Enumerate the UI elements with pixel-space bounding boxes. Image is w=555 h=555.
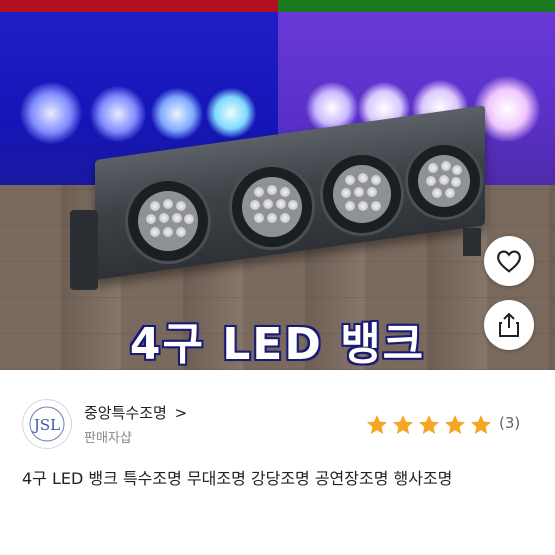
green-strip xyxy=(278,0,555,12)
light-glow-3 xyxy=(151,88,203,140)
light-glow-4 xyxy=(206,88,256,138)
product-image[interactable]: 4구 LED 뱅크 xyxy=(0,0,555,370)
hero-overlay-text: 4구 LED 뱅크 xyxy=(129,319,426,370)
share-button[interactable] xyxy=(484,300,534,350)
star-icon xyxy=(393,415,413,434)
star-icon xyxy=(445,415,465,434)
chevron-right-icon: > xyxy=(174,404,188,422)
red-strip xyxy=(0,0,278,12)
lens-1 xyxy=(125,178,211,264)
star-icon xyxy=(471,415,491,434)
review-count[interactable]: (3) xyxy=(499,414,520,432)
mount-bracket-left xyxy=(70,210,98,290)
lens-4 xyxy=(405,142,483,220)
seller-name-link[interactable]: 중앙특수조명 > xyxy=(84,402,187,423)
seller-name: 중앙특수조명 xyxy=(84,404,167,422)
like-button[interactable] xyxy=(484,236,534,286)
seller-type: 판매자샵 xyxy=(84,431,132,446)
star-icon xyxy=(419,415,439,434)
led-bar-fixture xyxy=(70,105,485,290)
star-icon xyxy=(367,415,387,434)
seller-logo[interactable]: JSL xyxy=(22,399,72,449)
product-title: 4구 LED 뱅크 특수조명 무대조명 강당조명 공연장조명 행사조명 xyxy=(22,469,453,488)
lens-2 xyxy=(229,164,315,250)
rating-stars[interactable] xyxy=(365,413,493,437)
light-glow-2 xyxy=(90,86,146,142)
light-glow-1 xyxy=(20,82,82,144)
lens-3 xyxy=(320,152,404,236)
seller-logo-mark: JSL xyxy=(29,406,65,442)
mount-bracket-right xyxy=(463,228,481,256)
heart-outline-icon xyxy=(497,250,521,273)
seller-logo-text: JSL xyxy=(32,416,60,434)
share-icon xyxy=(499,312,519,337)
